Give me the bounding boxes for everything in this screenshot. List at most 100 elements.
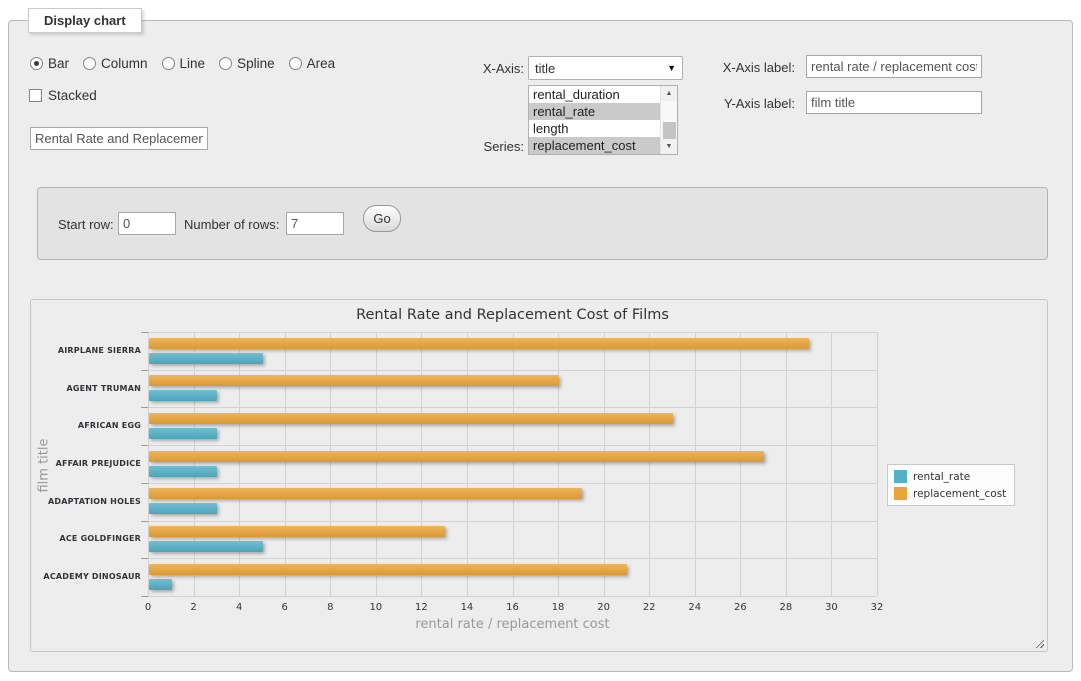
x-axis-selected-value: title: [535, 61, 555, 76]
radio-icon[interactable]: [289, 57, 302, 70]
chart-type-options: Bar Column Line Spline Area: [30, 56, 335, 71]
bar-rental_rate[interactable]: [149, 428, 217, 439]
scrollbar-up-icon[interactable]: ▲: [661, 86, 677, 101]
legend-item-replacement_cost[interactable]: replacement_cost: [894, 487, 1006, 500]
stacked-option[interactable]: Stacked: [29, 88, 97, 103]
chart-type-label: Area: [307, 56, 336, 71]
chart-type-label: Column: [101, 56, 148, 71]
bar-rental_rate[interactable]: [149, 390, 217, 401]
axis-tick: [141, 407, 148, 408]
gridline: [831, 332, 832, 596]
chart-type-label: Line: [180, 56, 206, 71]
series-option-length[interactable]: length: [529, 120, 660, 137]
gridline: [148, 521, 877, 522]
gridline: [148, 370, 877, 371]
chart-title: Rental Rate and Replacement Cost of Film…: [148, 307, 877, 323]
row-range-box: Start row: Number of rows: Go: [37, 187, 1048, 260]
chart-type-column[interactable]: Column: [83, 56, 148, 71]
x-tick-label: 2: [179, 602, 209, 613]
gridline: [740, 332, 741, 596]
gridline: [148, 332, 877, 333]
axis-tick: [141, 596, 148, 597]
stacked-label: Stacked: [48, 88, 97, 103]
start-row-label: Start row:: [58, 217, 114, 232]
x-tick-label: 0: [133, 602, 163, 613]
panel-title: Display chart: [28, 8, 142, 33]
stacked-checkbox[interactable]: [29, 89, 42, 102]
y-axis-label-input[interactable]: [806, 91, 982, 114]
chart-type-spline[interactable]: Spline: [219, 56, 275, 71]
gridline: [877, 332, 878, 596]
radio-icon[interactable]: [162, 57, 175, 70]
radio-icon[interactable]: [83, 57, 96, 70]
gridline: [148, 332, 149, 596]
scrollbar-thumb[interactable]: [663, 122, 676, 139]
bar-rental_rate[interactable]: [149, 503, 217, 514]
chart-legend: rental_rate replacement_cost: [887, 464, 1015, 506]
chart-title-input[interactable]: [30, 127, 208, 150]
chevron-down-icon: ▼: [667, 63, 676, 73]
radio-icon[interactable]: [30, 57, 43, 70]
series-options: rental_durationrental_ratelengthreplacem…: [529, 86, 660, 154]
series-option-replacement_cost[interactable]: replacement_cost: [529, 137, 660, 154]
bar-rental_rate[interactable]: [149, 541, 263, 552]
bar-replacement_cost[interactable]: [149, 488, 582, 499]
gridline: [649, 332, 650, 596]
series-scrollbar[interactable]: ▲ ▼: [660, 86, 677, 154]
legend-label: replacement_cost: [913, 488, 1006, 500]
go-button[interactable]: Go: [363, 205, 401, 232]
gridline: [148, 558, 877, 559]
chart-type-area[interactable]: Area: [289, 56, 336, 71]
x-tick-label: 16: [498, 602, 528, 613]
bar-replacement_cost[interactable]: [149, 451, 764, 462]
series-option-rental_duration[interactable]: rental_duration: [529, 86, 660, 103]
gridline: [376, 332, 377, 596]
category-label: ADAPTATION HOLES: [31, 497, 141, 506]
gridline: [330, 332, 331, 596]
series-option-rental_rate[interactable]: rental_rate: [529, 103, 660, 120]
x-axis-label-label: X-Axis label:: [690, 60, 795, 75]
axis-tick: [141, 483, 148, 484]
x-tick-label: 8: [315, 602, 345, 613]
series-multiselect[interactable]: rental_durationrental_ratelengthreplacem…: [528, 85, 678, 155]
x-tick-label: 26: [725, 602, 755, 613]
chart-type-bar[interactable]: Bar: [30, 56, 69, 71]
gridline: [513, 332, 514, 596]
x-axis-label-input[interactable]: [806, 55, 982, 78]
start-row-input[interactable]: [118, 212, 176, 235]
x-axis-select[interactable]: title ▼: [528, 56, 683, 80]
bar-replacement_cost[interactable]: [149, 338, 809, 349]
category-label: AFFAIR PREJUDICE: [31, 459, 141, 468]
resize-handle-icon[interactable]: [1034, 638, 1044, 648]
legend-item-rental_rate[interactable]: rental_rate: [894, 470, 1006, 483]
gridline: [604, 332, 605, 596]
scrollbar-down-icon[interactable]: ▼: [661, 139, 677, 154]
x-tick-label: 24: [680, 602, 710, 613]
gridline: [148, 483, 877, 484]
radio-icon[interactable]: [219, 57, 232, 70]
number-of-rows-label: Number of rows:: [184, 217, 279, 232]
gridline: [194, 332, 195, 596]
legend-label: rental_rate: [913, 471, 970, 483]
gridline: [285, 332, 286, 596]
bar-rental_rate[interactable]: [149, 579, 172, 590]
bar-rental_rate[interactable]: [149, 353, 263, 364]
legend-swatch-icon: [894, 487, 907, 500]
x-tick-label: 22: [634, 602, 664, 613]
number-of-rows-input[interactable]: [286, 212, 344, 235]
bar-replacement_cost[interactable]: [149, 564, 627, 575]
chart-type-line[interactable]: Line: [162, 56, 206, 71]
x-tick-label: 30: [816, 602, 846, 613]
category-label: ACADEMY DINOSAUR: [31, 572, 141, 581]
x-tick-label: 10: [361, 602, 391, 613]
bar-replacement_cost[interactable]: [149, 375, 559, 386]
series-select-label: Series:: [440, 139, 524, 154]
x-tick-label: 4: [224, 602, 254, 613]
bar-rental_rate[interactable]: [149, 466, 217, 477]
gridline: [695, 332, 696, 596]
axis-tick: [141, 558, 148, 559]
bar-replacement_cost[interactable]: [149, 526, 445, 537]
chart-type-label: Spline: [237, 56, 275, 71]
axis-tick: [141, 445, 148, 446]
bar-replacement_cost[interactable]: [149, 413, 673, 424]
